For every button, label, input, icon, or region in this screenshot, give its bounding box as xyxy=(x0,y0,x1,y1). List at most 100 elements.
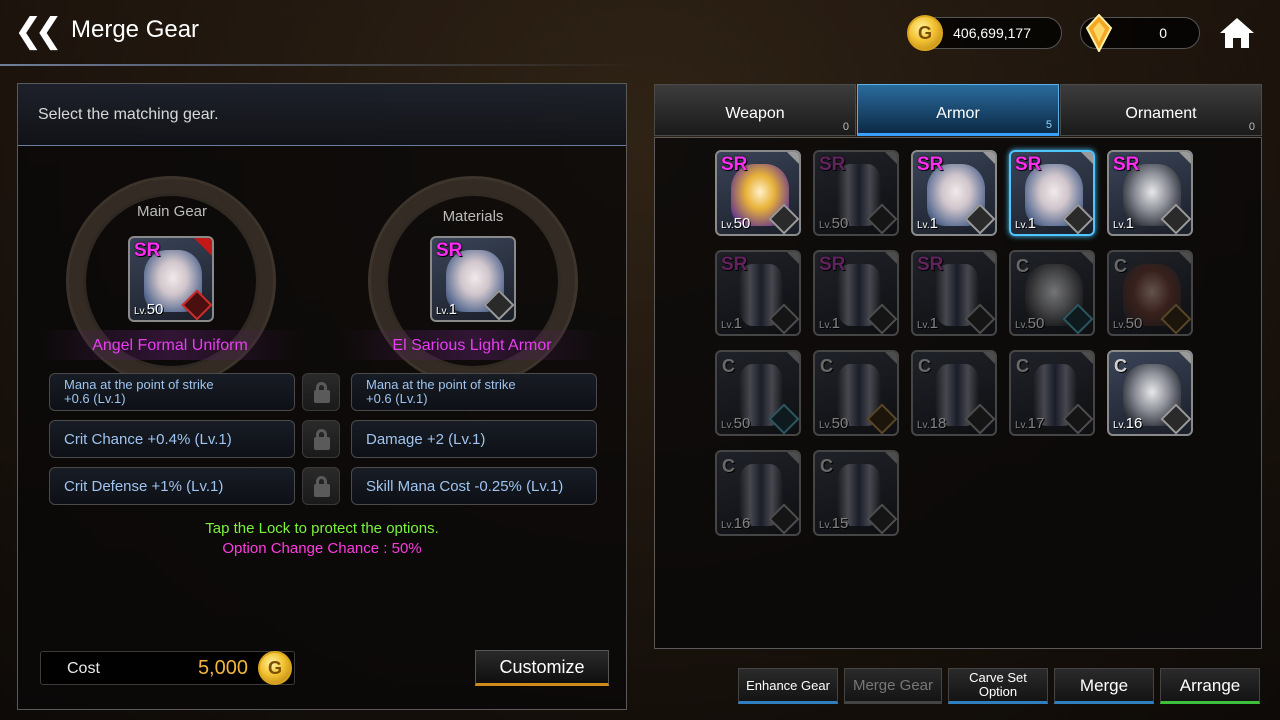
inventory-item[interactable]: C Lv.18 xyxy=(911,350,997,436)
inventory-item[interactable]: C Lv.50 xyxy=(813,350,899,436)
rarity-badge: C xyxy=(722,356,735,376)
level-label: Lv.1 xyxy=(917,215,938,232)
inventory-item[interactable]: SR Lv.1 xyxy=(911,250,997,336)
merge-gear-button[interactable]: Merge Gear xyxy=(844,668,942,704)
corner-marker xyxy=(787,352,799,364)
main-gear-label: Main Gear xyxy=(136,203,208,220)
level-label: Lv.17 xyxy=(1015,415,1045,432)
main-gear-slot[interactable]: SR Lv.50 xyxy=(128,236,214,322)
main-gear-name: Angel Formal Uniform xyxy=(92,337,248,354)
rarity-badge: C xyxy=(722,456,735,476)
level-label: Lv.1 xyxy=(721,315,742,332)
home-icon[interactable] xyxy=(1218,16,1256,50)
equipped-tag xyxy=(192,238,212,258)
corner-marker xyxy=(885,352,897,364)
gem-icon xyxy=(1085,14,1113,52)
back-chevron-icon[interactable]: ❮❮ xyxy=(14,14,63,50)
corner-marker xyxy=(1179,152,1191,164)
rarity-badge: C xyxy=(1114,256,1127,276)
level-label: Lv.16 xyxy=(721,515,751,532)
inventory-item[interactable]: SR Lv.1 xyxy=(1107,150,1193,236)
inventory-item[interactable]: SR Lv.50 xyxy=(813,150,899,236)
header: ❮❮ Merge Gear G 406,699,177 0 xyxy=(0,0,1280,66)
gold-coin-icon: G xyxy=(258,651,292,685)
rarity-badge: SR xyxy=(1113,154,1140,175)
material-gear-name: El Sarious Light Armor xyxy=(392,337,552,354)
corner-marker xyxy=(1081,252,1093,264)
material-slot[interactable]: SR Lv.1 xyxy=(430,236,516,322)
arrange-button[interactable]: Arrange xyxy=(1160,668,1260,704)
gold-amount: 406,699,177 xyxy=(953,25,1031,41)
rarity-badge: C xyxy=(1114,356,1127,376)
page-title: Merge Gear xyxy=(71,16,200,43)
lock-icon[interactable] xyxy=(302,420,340,458)
inventory-item[interactable]: C Lv.50 xyxy=(1107,250,1193,336)
lock-icon[interactable] xyxy=(302,467,340,505)
cost-label: Cost xyxy=(67,660,100,677)
rarity-badge: C xyxy=(1016,356,1029,376)
corner-marker xyxy=(1179,252,1191,264)
corner-marker xyxy=(885,152,897,164)
rarity-badge: C xyxy=(820,356,833,376)
rarity-badge: SR xyxy=(436,240,463,261)
rarity-badge: SR xyxy=(917,254,944,275)
material-option-3: Skill Mana Cost -0.25% (Lv.1) xyxy=(351,467,597,505)
level-label: Lv.50 xyxy=(819,415,849,432)
inventory-item[interactable]: C Lv.17 xyxy=(1009,350,1095,436)
inventory-item[interactable]: SR Lv.50 xyxy=(715,150,801,236)
material-option-1: Mana at the point of strike +0.6 (Lv.1) xyxy=(351,373,597,411)
level-label: Lv.1 xyxy=(917,315,938,332)
gear-tabs: Weapon 0 Armor 5 Ornament 0 xyxy=(654,84,1262,136)
rarity-badge: SR xyxy=(134,240,161,261)
main-option-3: Crit Defense +1% (Lv.1) xyxy=(49,467,295,505)
corner-marker xyxy=(1081,352,1093,364)
level-label: Lv.1 xyxy=(1113,215,1134,232)
materials-label: Materials xyxy=(442,208,504,225)
gem-counter[interactable]: 0 xyxy=(1080,14,1200,52)
tab-armor[interactable]: Armor 5 xyxy=(857,84,1059,136)
gem-amount: 0 xyxy=(1159,25,1167,41)
inventory-item[interactable]: SR Lv.1 xyxy=(1009,150,1095,236)
material-option-2: Damage +2 (Lv.1) xyxy=(351,420,597,458)
carve-set-option-button[interactable]: Carve Set Option xyxy=(948,668,1048,704)
tab-ornament[interactable]: Ornament 0 xyxy=(1060,84,1262,136)
inventory-item[interactable]: C Lv.16 xyxy=(715,450,801,536)
corner-marker xyxy=(983,252,995,264)
enhance-gear-button[interactable]: Enhance Gear xyxy=(738,668,838,704)
inventory-item[interactable]: C Lv.50 xyxy=(1009,250,1095,336)
rarity-badge: SR xyxy=(1015,154,1042,175)
corner-marker xyxy=(787,252,799,264)
gold-counter[interactable]: G 406,699,177 xyxy=(907,15,1062,51)
tab-weapon[interactable]: Weapon 0 xyxy=(654,84,856,136)
merge-button[interactable]: Merge xyxy=(1054,668,1154,704)
level-label: Lv.1 xyxy=(819,315,840,332)
instruction-bar: Select the matching gear. xyxy=(18,84,626,146)
corner-marker xyxy=(1179,352,1191,364)
cost-box: Cost 5,000 G xyxy=(40,651,295,685)
inventory-item[interactable]: SR Lv.1 xyxy=(813,250,899,336)
level-label: Lv.1 xyxy=(1015,215,1036,232)
corner-marker xyxy=(885,252,897,264)
main-option-2: Crit Chance +0.4% (Lv.1) xyxy=(49,420,295,458)
inventory-item[interactable]: C Lv.16 xyxy=(1107,350,1193,436)
inventory-panel: SR Lv.50 SR Lv.50 SR Lv.1 SR Lv.1 SR Lv.1 SR Lv.1 SR… xyxy=(654,137,1262,649)
gold-coin-icon: G xyxy=(907,15,943,51)
rarity-badge: SR xyxy=(917,154,944,175)
lock-tip: Tap the Lock to protect the options. xyxy=(205,520,439,537)
instruction-text: Select the matching gear. xyxy=(38,106,219,123)
lock-icon[interactable] xyxy=(302,373,340,411)
inventory-item[interactable]: C Lv.50 xyxy=(715,350,801,436)
rarity-badge: C xyxy=(1016,256,1029,276)
level-label: Lv.18 xyxy=(917,415,947,432)
corner-marker xyxy=(787,152,799,164)
inventory-item[interactable]: SR Lv.1 xyxy=(911,150,997,236)
header-divider xyxy=(0,64,640,66)
rarity-badge: C xyxy=(820,456,833,476)
level-label: Lv.15 xyxy=(819,515,849,532)
inventory-item[interactable]: C Lv.15 xyxy=(813,450,899,536)
level-label: Lv.50 xyxy=(1015,315,1045,332)
inventory-item[interactable]: SR Lv.1 xyxy=(715,250,801,336)
rarity-badge: SR xyxy=(721,254,748,275)
level-label: Lv.16 xyxy=(1113,415,1143,432)
customize-button[interactable]: Customize xyxy=(475,650,609,686)
